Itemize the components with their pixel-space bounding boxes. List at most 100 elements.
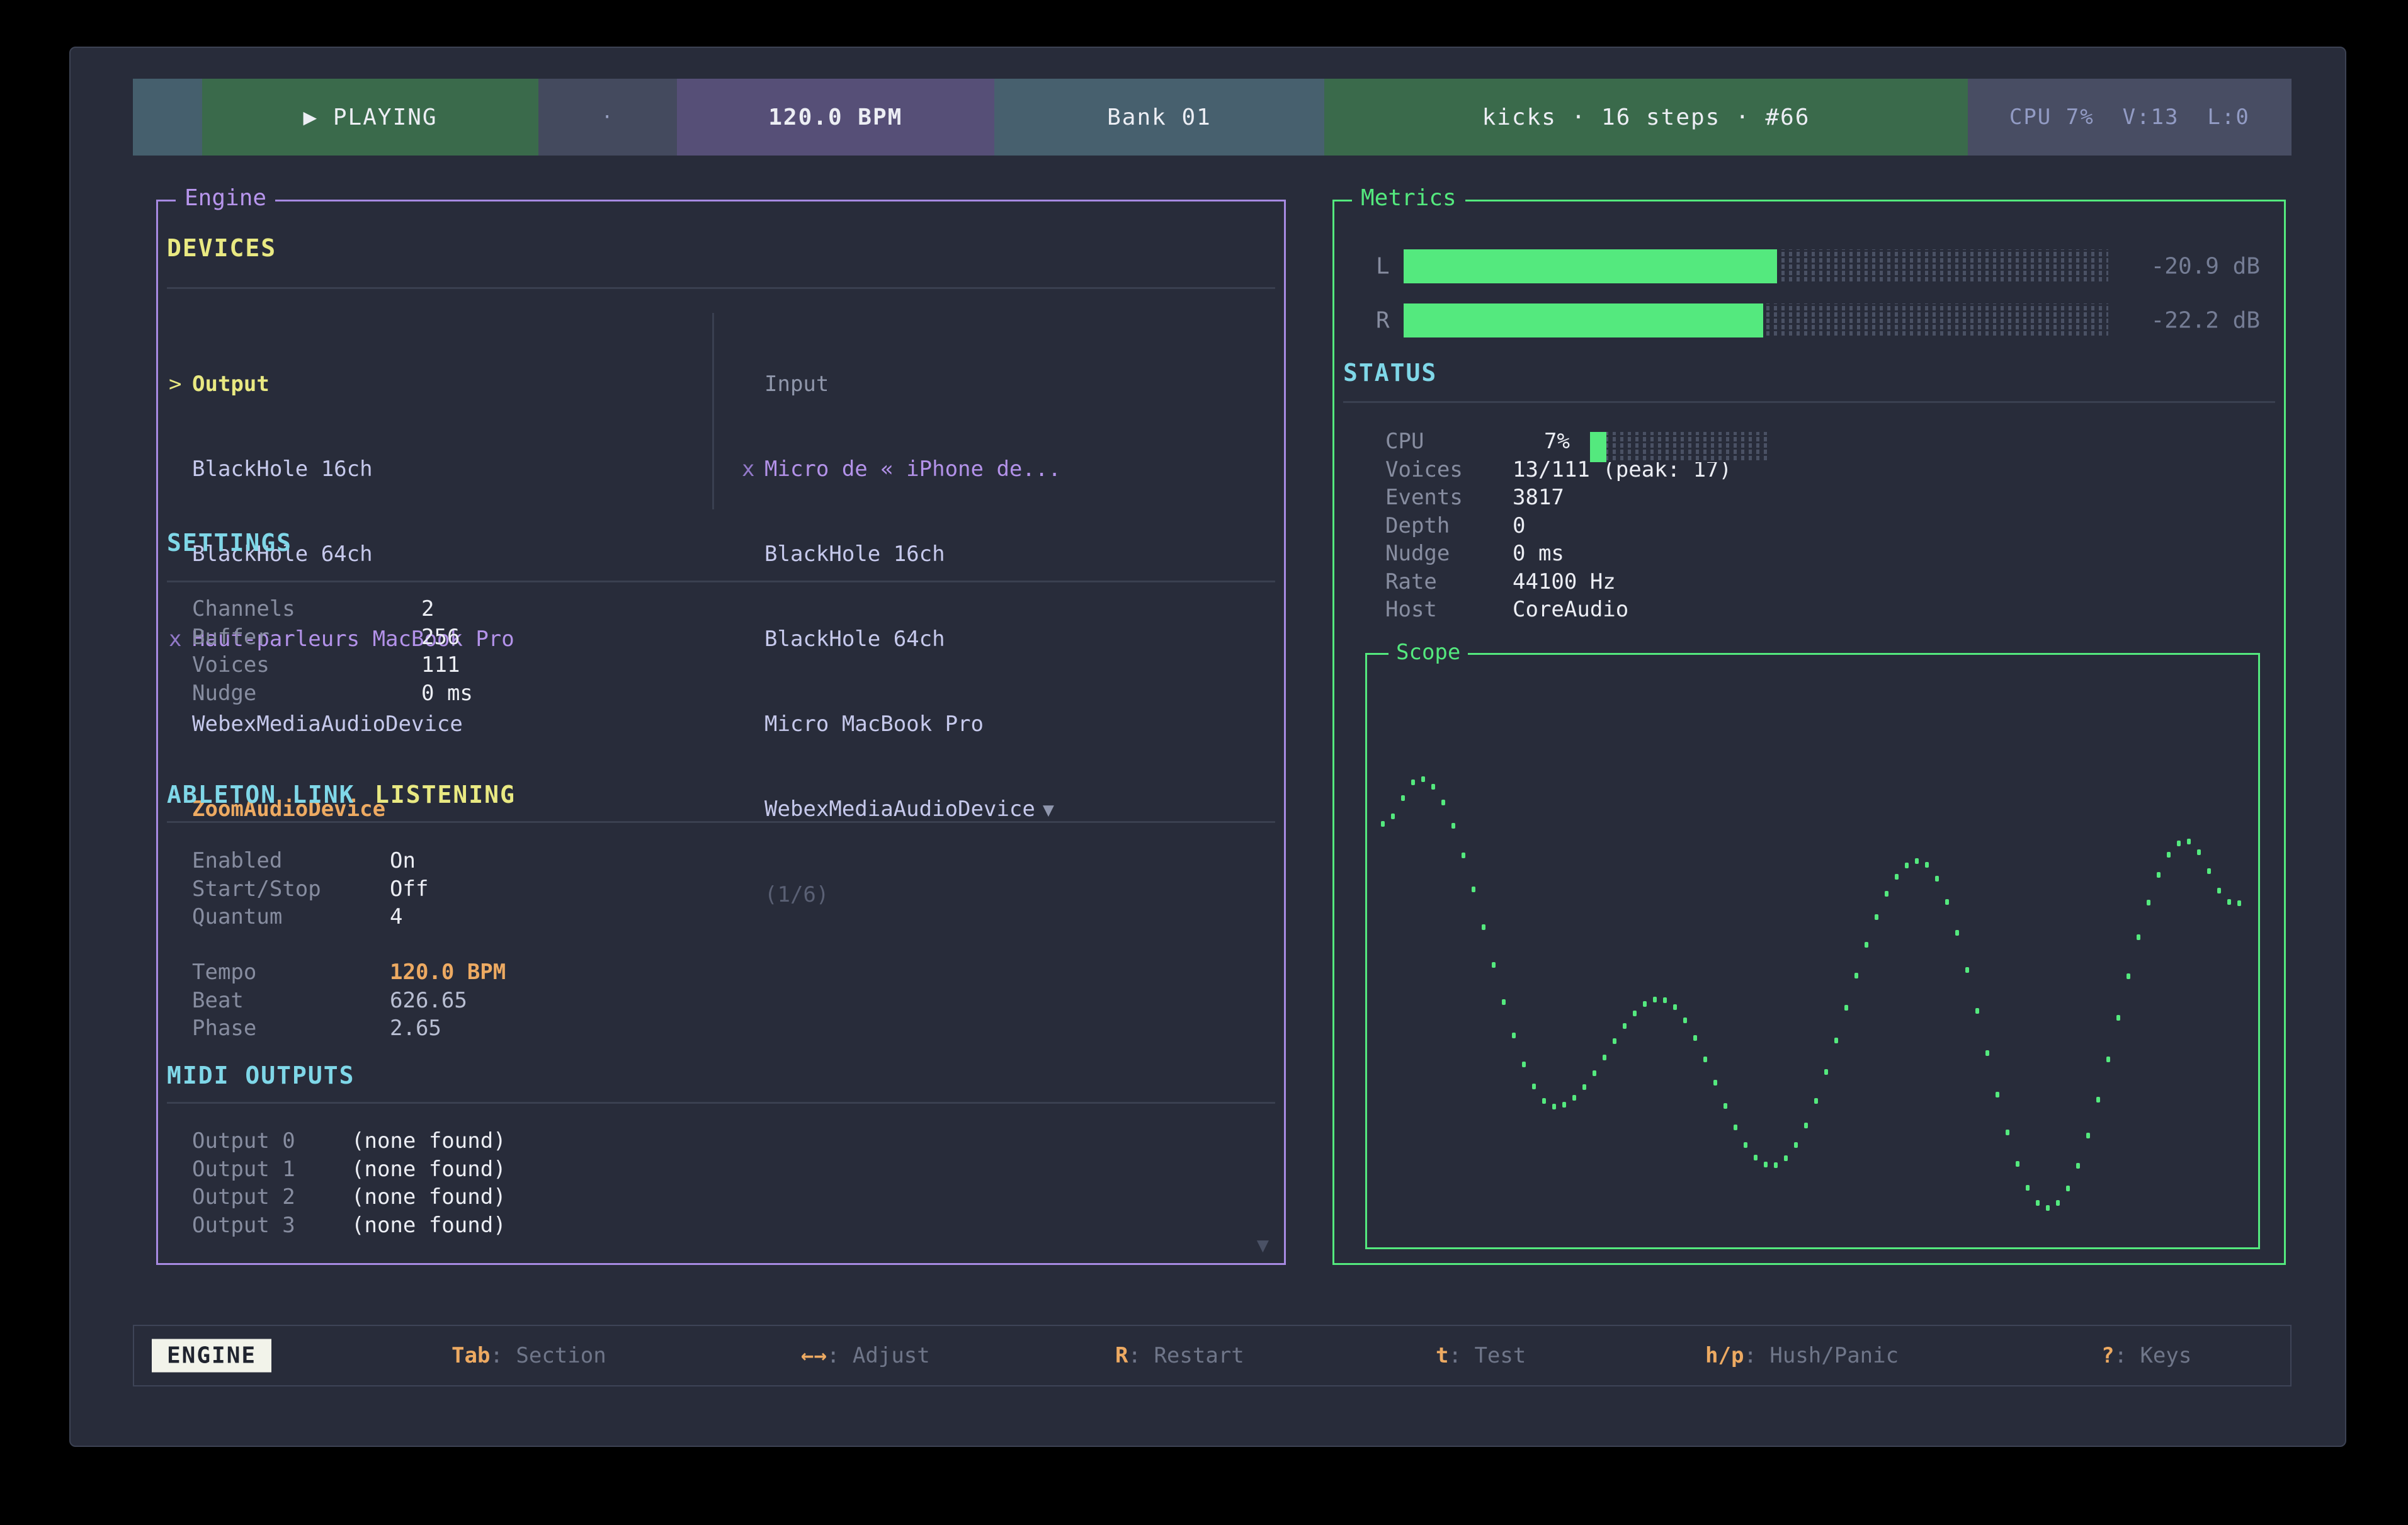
setting-value[interactable]: 256 [421, 623, 460, 652]
setting-value[interactable]: 0 ms [421, 679, 473, 708]
scope-dot [2227, 899, 2231, 905]
selection-caret-icon: > [169, 370, 192, 399]
cpu-usage-bar-fill [1590, 432, 1606, 462]
divider [167, 287, 1275, 289]
scope-dot [1401, 795, 1405, 801]
beat-label: Beat [192, 988, 244, 1013]
scope-dot [1875, 914, 1878, 920]
scope-dot [1744, 1142, 1747, 1148]
key-label: ? [2101, 1343, 2114, 1368]
hint-label: Test [1474, 1343, 1526, 1368]
setting-value[interactable]: 111 [421, 651, 460, 679]
app-window: ▶ PLAYING · 120.0 BPM Bank 01 kicks · 16… [69, 47, 2346, 1447]
scope-dot [1391, 814, 1395, 819]
meter-left-label: L [1376, 254, 1390, 280]
keybinding-bar: ENGINE Tab: Section ←→: Adjust R: Restar… [133, 1325, 2292, 1386]
key-label: h/p [1705, 1343, 1744, 1368]
scope-dot [2086, 1133, 2090, 1138]
device-option[interactable]: BlackHole 16ch [169, 455, 514, 484]
device-option-active[interactable]: xMicro de « iPhone de... [742, 455, 1061, 484]
device-option-output-header[interactable]: >Output [169, 370, 514, 399]
top-status-bar: ▶ PLAYING · 120.0 BPM Bank 01 kicks · 16… [133, 79, 2292, 156]
midi-output-label: Output 0 [192, 1128, 295, 1154]
topbar-spacer-segment [133, 79, 202, 156]
meter-left-fill [1404, 249, 1777, 283]
scope-dot [1854, 973, 1858, 978]
engine-panel-title: Engine [176, 185, 275, 211]
setting-label: Nudge [192, 681, 256, 706]
tempo-row: Tempo120.0 BPM [192, 958, 256, 987]
hint-label: Keys [2140, 1343, 2191, 1368]
ableton-link-section-header: ABLETON LINK LISTENING [167, 781, 355, 808]
meter-right-fill [1404, 303, 1763, 337]
setting-row: Channels2 [192, 595, 295, 623]
device-option-input-header[interactable]: Input [742, 370, 1061, 399]
scope-dot [1774, 1162, 1778, 1168]
idle-dot-icon: · [601, 106, 614, 128]
device-option[interactable]: Micro MacBook Pro [742, 710, 1061, 739]
scope-dot [2016, 1161, 2019, 1167]
scope-dot [1824, 1069, 1828, 1075]
scope-dot [1834, 1038, 1838, 1043]
scope-dot [1683, 1018, 1687, 1023]
metrics-panel: Metrics L -20.9 dB R -22.2 dB STATUS CPU… [1332, 200, 2286, 1265]
tempo-value[interactable]: 120.0 BPM [390, 958, 506, 987]
transport-status: ▶ PLAYING [202, 79, 539, 156]
scope-dot [1623, 1023, 1627, 1029]
scope-dot [2157, 872, 2161, 878]
status-table: CPU7% Voices13/111 (peak: 17) Events3817… [1385, 428, 1463, 624]
scope-dot [1552, 1104, 1556, 1109]
keyhint-hush-panic: h/p: Hush/Panic [1705, 1343, 1899, 1368]
link-label: Quantum [192, 904, 282, 929]
scope-dot [1724, 1103, 1727, 1109]
phase-value: 2.65 [390, 1014, 441, 1043]
scope-dot [1965, 967, 1969, 973]
keyhint-section: Tab: Section [451, 1343, 606, 1368]
midi-outputs-section-header: MIDI OUTPUTS [167, 1062, 355, 1089]
divider [167, 821, 1275, 823]
device-option[interactable]: WebexMediaAudioDevice [169, 710, 514, 739]
scope-dot [2066, 1186, 2070, 1191]
scope-panel: Scope [1365, 653, 2260, 1249]
scope-dot [1764, 1162, 1768, 1167]
link-row: Start/StopOff [192, 875, 321, 904]
device-option[interactable]: BlackHole 64ch [742, 625, 1061, 654]
meter-right-label: R [1376, 308, 1390, 334]
midi-output-label: Output 1 [192, 1157, 295, 1182]
settings-section-header: SETTINGS [167, 529, 292, 557]
keyhint-adjust: ←→: Adjust [801, 1343, 930, 1368]
device-option[interactable]: BlackHole 16ch [742, 540, 1061, 569]
setting-value[interactable]: 2 [421, 595, 434, 623]
scope-waveform [1381, 669, 2244, 1233]
scope-dot [1925, 862, 1929, 868]
device-option[interactable]: WebexMediaAudioDevice▼ [742, 795, 1061, 824]
input-device-list: Input xMicro de « iPhone de... BlackHole… [742, 314, 1061, 966]
key-separator: : [1128, 1343, 1154, 1368]
scope-dot [2207, 868, 2211, 874]
link-value[interactable]: Off [390, 875, 428, 904]
phase-label: Phase [192, 1016, 256, 1041]
key-separator: : [490, 1343, 516, 1368]
midi-output-label: Output 2 [192, 1184, 295, 1210]
status-row-events: Events3817 [1385, 484, 1463, 512]
status-label: Depth [1385, 513, 1450, 538]
status-label: Rate [1385, 569, 1437, 594]
dropdown-arrow-icon[interactable]: ▼ [1043, 799, 1054, 821]
status-label: CPU [1385, 429, 1424, 454]
meter-left-track [1404, 249, 2108, 283]
key-separator: : [827, 1343, 853, 1368]
column-divider [712, 313, 714, 509]
link-label: Enabled [192, 848, 282, 873]
scope-dot [2106, 1057, 2110, 1062]
scroll-down-icon[interactable]: ▼ [1257, 1233, 1269, 1257]
scope-dot [1502, 999, 1506, 1005]
link-value[interactable]: On [390, 847, 416, 875]
scope-dot [1653, 997, 1657, 1002]
link-value[interactable]: 4 [390, 903, 402, 931]
scope-dot [1895, 874, 1899, 880]
key-label: R [1115, 1343, 1128, 1368]
setting-label: Channels [192, 596, 295, 621]
scope-dot [1996, 1092, 1999, 1097]
devices-section-header: DEVICES [167, 234, 276, 262]
scope-panel-title: Scope [1389, 640, 1468, 665]
